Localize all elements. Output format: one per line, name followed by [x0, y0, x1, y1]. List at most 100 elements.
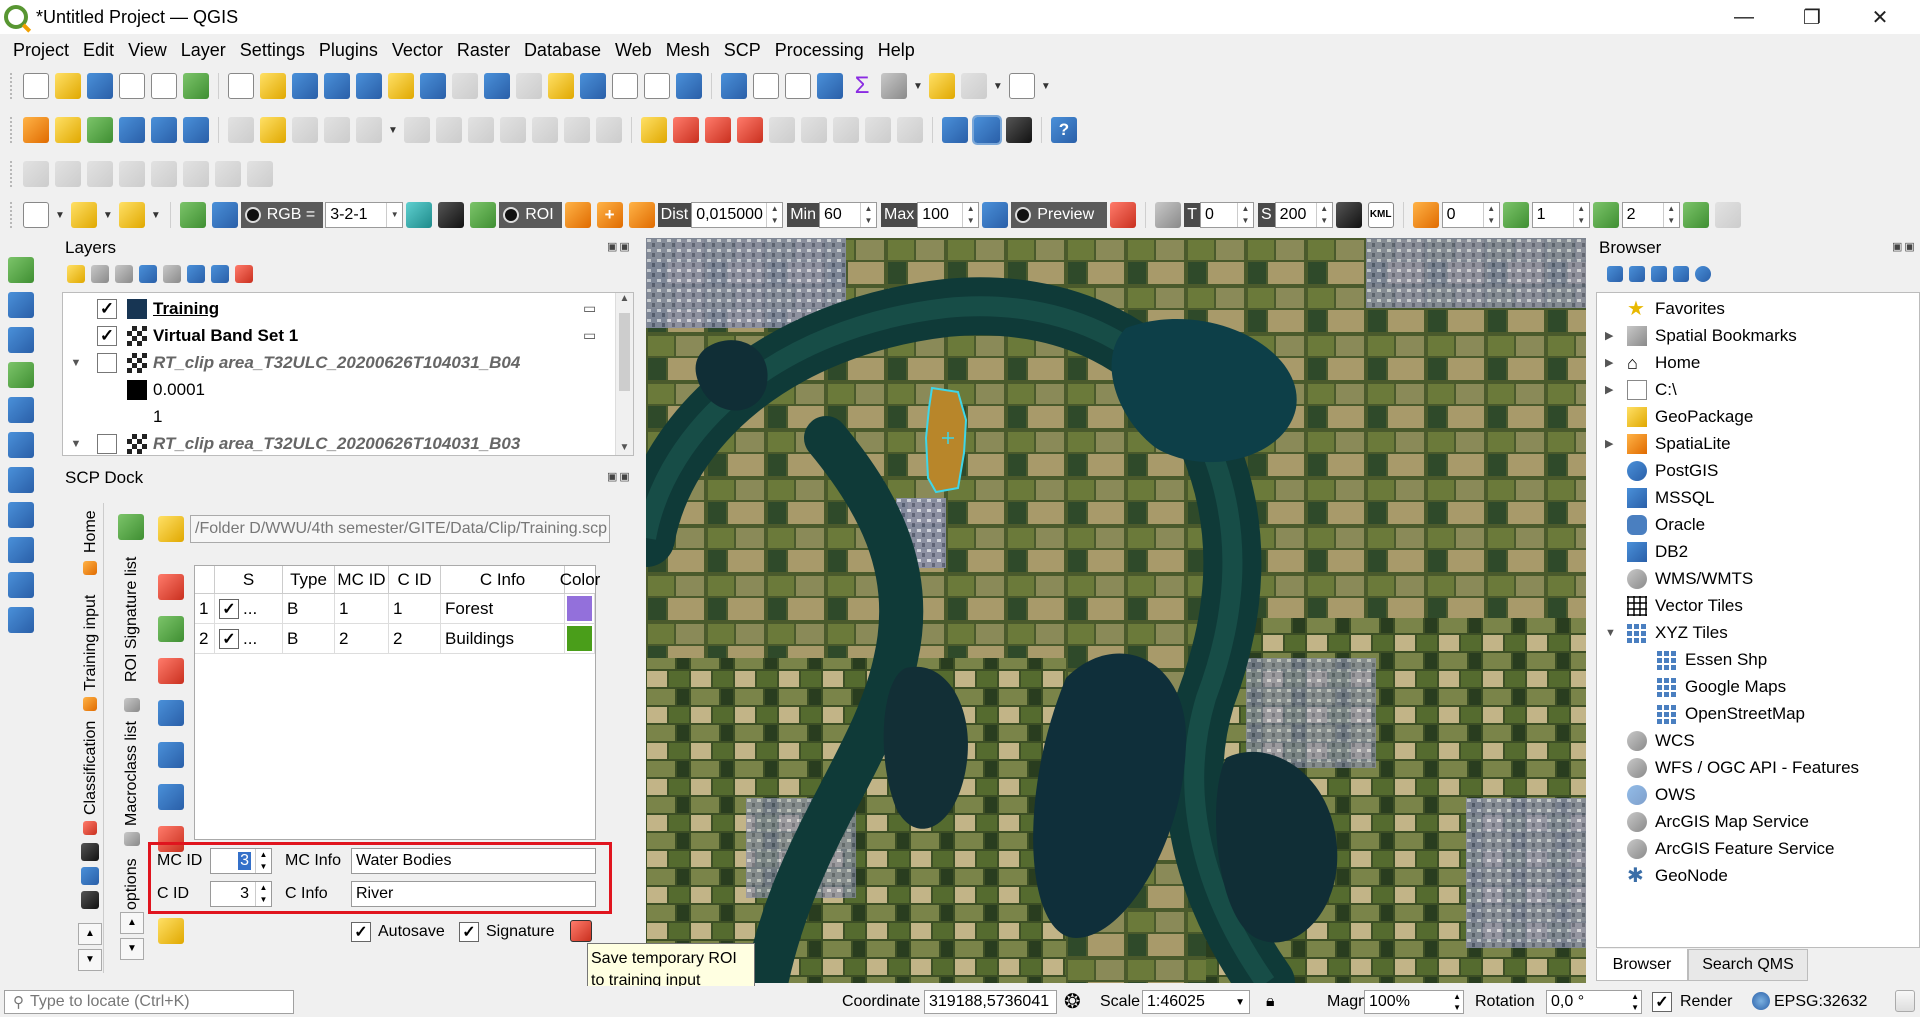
zoom-in-icon[interactable] [292, 73, 318, 99]
tab-classification[interactable]: Classification [82, 721, 100, 815]
vertex-tool-icon[interactable] [356, 117, 382, 143]
tab-training-input[interactable]: Training input [82, 595, 100, 691]
browser-expand-arrow-icon[interactable]: ▶ [1605, 437, 1627, 450]
layer-training-checkbox[interactable]: ✓ [97, 298, 117, 319]
table-row[interactable]: ✓... [215, 624, 283, 654]
current-edits-icon[interactable] [228, 117, 254, 143]
tab-roi-signature-list[interactable]: ROI Signature list [123, 557, 141, 682]
band-next-icon-2[interactable] [1592, 202, 1619, 228]
crs-globe-icon[interactable] [1752, 992, 1770, 1010]
redo-icon[interactable] [595, 117, 622, 143]
remove-temp-files-icon[interactable] [1335, 202, 1362, 228]
row-1-checkbox[interactable]: ✓ [219, 598, 239, 619]
rotation-spinbox[interactable]: 0,0 ° ▲ ▼ [1546, 990, 1642, 1014]
digitize-tool-6-icon[interactable] [183, 161, 209, 187]
pan-to-selection-icon[interactable] [260, 73, 286, 99]
layers-panel-float-close-icon[interactable]: ▣▣ [607, 240, 632, 253]
help-question-icon[interactable]: ? [1050, 117, 1077, 143]
collapse-all-icon[interactable] [211, 265, 229, 283]
label-abc-icon[interactable] [736, 117, 763, 143]
zoom-to-image-icon[interactable] [211, 202, 238, 228]
tab-scroll-up-button[interactable]: ▲ [78, 923, 102, 945]
roi-tool-icon[interactable] [438, 202, 465, 228]
t-spinbox[interactable]: 0 ▲ ▼ [1200, 202, 1254, 228]
data-source-manager-icon[interactable] [23, 117, 49, 143]
roi-polygon[interactable] [924, 386, 968, 494]
rotate-label-icon[interactable] [864, 117, 891, 143]
digitize-tool-5-icon[interactable] [151, 161, 177, 187]
browser-item-oracle[interactable]: Oracle [1605, 511, 1705, 538]
digitize-tool-7-icon[interactable] [215, 161, 241, 187]
row-1-color-cell[interactable] [565, 594, 595, 624]
browser-expand-arrow-icon[interactable]: ▶ [1605, 383, 1627, 396]
inner-tab-scroll-down[interactable]: ▼ [120, 938, 144, 960]
field-calculator-icon[interactable] [785, 73, 811, 99]
add-vector-point-icon[interactable] [8, 257, 34, 283]
filter-legend-icon[interactable] [139, 265, 157, 283]
kml-icon[interactable]: KML [1367, 202, 1394, 228]
menu-edit[interactable]: Edit [76, 34, 121, 66]
highlight-labels-icon[interactable] [704, 117, 731, 143]
close-button[interactable]: ✕ [1846, 0, 1914, 34]
zoom-next-icon[interactable] [516, 73, 542, 99]
zoom-to-layer-icon[interactable] [420, 73, 446, 99]
menu-layer[interactable]: Layer [174, 34, 233, 66]
row-1-mc-id[interactable]: 1 [335, 594, 389, 624]
add-virtual-layer-icon[interactable] [183, 117, 209, 143]
layer-b04-checkbox[interactable] [97, 352, 117, 373]
band-next-icon-3[interactable] [1682, 202, 1709, 228]
attribute-table-icon[interactable] [753, 73, 779, 99]
browser-expand-arrow-icon[interactable]: ▶ [1605, 329, 1627, 342]
row-1-type[interactable]: B [283, 594, 335, 624]
menu-web[interactable]: Web [608, 34, 659, 66]
menu-project[interactable]: Project [6, 34, 76, 66]
band-set-spinbox-1[interactable]: 0 ▲ ▼ [1441, 202, 1500, 228]
layer-indicator-icon-2[interactable]: ▭ [583, 327, 596, 344]
change-label-icon[interactable] [896, 117, 923, 143]
add-group-icon[interactable] [91, 265, 109, 283]
autosave-checkbox[interactable]: ✓ [351, 922, 371, 942]
temporal-controller-icon[interactable] [644, 73, 670, 99]
browser-item-xyz-tiles[interactable]: ▼ XYZ Tiles [1605, 619, 1728, 646]
menu-mesh[interactable]: Mesh [659, 34, 717, 66]
browser-item-wms-wmts[interactable]: WMS/WMTS [1605, 565, 1753, 592]
band-extra-icon[interactable] [1714, 202, 1741, 228]
remove-layer-icon[interactable] [235, 265, 253, 283]
collapse-arrow-icon[interactable]: ▼ [67, 357, 85, 369]
col-header-mc-id[interactable]: MC ID [335, 566, 389, 594]
browser-filter-icon[interactable] [1651, 266, 1667, 282]
row-2-checkbox[interactable]: ✓ [219, 628, 239, 649]
roi-zoom-icon[interactable] [406, 202, 433, 228]
merge-signatures-icon[interactable] [158, 616, 184, 642]
expand-all-icon[interactable] [187, 265, 205, 283]
epsg-button[interactable]: EPSG:32632 [1774, 993, 1867, 1011]
dist-spinbox[interactable]: 0,015000 ▲ ▼ [691, 202, 784, 228]
move-label-icon[interactable] [832, 117, 859, 143]
menu-processing[interactable]: Processing [768, 34, 871, 66]
zoom-to-selection-icon[interactable] [388, 73, 414, 99]
copy-icon[interactable] [499, 117, 526, 143]
new-project-icon[interactable] [23, 73, 49, 99]
digitize-tool-3-icon[interactable] [87, 161, 113, 187]
delete-signature-icon[interactable] [158, 658, 184, 684]
row-1-c-id[interactable]: 1 [389, 594, 441, 624]
rgb-combo[interactable]: 3-2-1 ▼ [325, 202, 404, 228]
select-by-location-icon[interactable] [960, 73, 987, 99]
import-down-arrow-icon[interactable] [158, 784, 184, 810]
browser-item-openstreetmap[interactable]: OpenStreetMap [1657, 700, 1805, 727]
add-feature-icon[interactable] [324, 117, 350, 143]
browser-collapse-icon[interactable] [1673, 266, 1689, 282]
scp-dock-icon[interactable] [179, 202, 206, 228]
new-geopackage-layer-icon[interactable] [55, 117, 81, 143]
restore-button[interactable]: ❐ [1778, 0, 1846, 34]
add-postgis-icon[interactable] [8, 467, 34, 493]
c-info-input[interactable]: River [351, 881, 596, 907]
training-input-path-field[interactable]: /Folder D/WWU/4th semester/GITE/Data/Cli… [190, 515, 610, 543]
toggle-globe-icon[interactable] [971, 115, 1002, 145]
coordinate-field[interactable]: 319188,5736041 [924, 990, 1057, 1014]
add-wms-layer-icon[interactable] [151, 117, 177, 143]
layout-manager-icon[interactable] [151, 73, 177, 99]
layer-indicator-icon[interactable]: ▭ [583, 300, 596, 317]
menu-view[interactable]: View [121, 34, 174, 66]
browser-item-spatialite[interactable]: ▶ SpatiaLite [1605, 430, 1731, 457]
